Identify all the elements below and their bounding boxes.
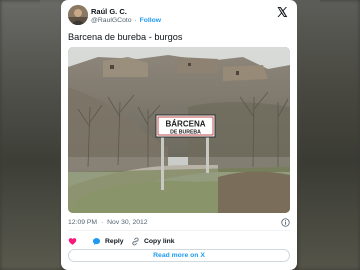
heart-icon — [68, 237, 77, 245]
divider — [68, 230, 290, 231]
background-right — [298, 0, 360, 270]
tweet-header: Raúl G. C. @RaulGCoto · Follow — [68, 5, 290, 29]
info-icon[interactable] — [281, 218, 290, 227]
avatar[interactable] — [68, 5, 88, 25]
author-name[interactable]: Raúl G. C. — [91, 7, 127, 16]
handle-row: @RaulGCoto · Follow — [91, 17, 161, 24]
embedded-tweet-card: Raúl G. C. @RaulGCoto · Follow Barcena d… — [61, 0, 297, 270]
tweet-text: Barcena de bureba - burgos — [68, 32, 183, 42]
reply-label: Reply — [105, 237, 124, 245]
read-more-button[interactable]: Read more on X — [68, 249, 290, 262]
sign-line-2: DE BUREBA — [170, 130, 201, 136]
link-icon — [132, 237, 139, 245]
reply-button[interactable]: Reply — [92, 236, 124, 246]
x-logo-icon[interactable] — [276, 6, 288, 18]
tweet-actions: Reply Copy link — [68, 236, 290, 246]
village-sign-photo: BÁRCENA DE BUREBA — [68, 47, 290, 213]
tweet-photo[interactable]: BÁRCENA DE BUREBA — [68, 47, 290, 213]
avatar-image — [68, 5, 88, 25]
tweet-timestamp[interactable]: 12:09 PM · Nov 30, 2012 — [68, 219, 148, 226]
copy-link-label: Copy link — [144, 237, 175, 245]
copy-link-button[interactable]: Copy link — [131, 236, 175, 246]
timestamp-separator: · — [100, 219, 104, 226]
follow-button[interactable]: Follow — [140, 17, 162, 24]
background-left — [0, 0, 62, 270]
handle-separator: · — [134, 17, 137, 24]
author-handle[interactable]: @RaulGCoto — [91, 17, 132, 24]
speech-bubble-icon — [92, 237, 101, 245]
tweet-date: Nov 30, 2012 — [107, 219, 148, 226]
tweet-time: 12:09 PM — [68, 219, 98, 226]
like-button[interactable] — [68, 236, 77, 246]
sign-line-1: BÁRCENA — [166, 120, 206, 129]
